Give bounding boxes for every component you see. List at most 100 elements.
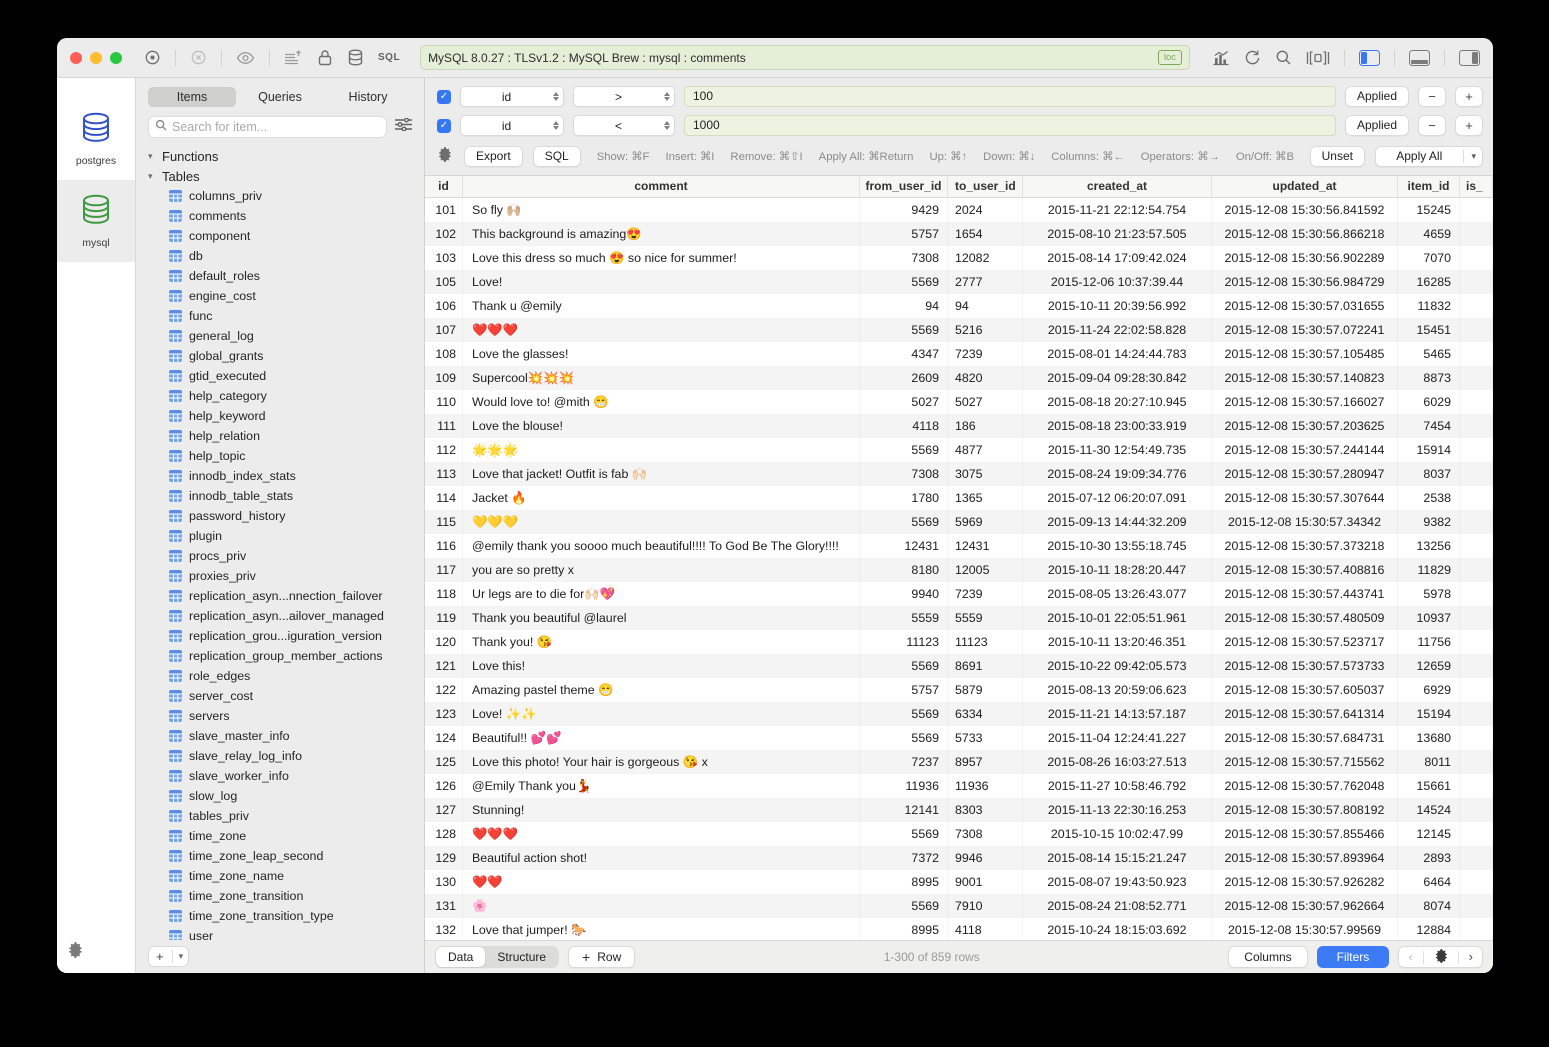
sql-button[interactable]: SQL — [533, 146, 581, 167]
table-item-db[interactable]: db — [148, 246, 424, 266]
search-icon[interactable] — [1275, 49, 1292, 66]
table-item-help_keyword[interactable]: help_keyword — [148, 406, 424, 426]
table-row[interactable]: 106Thank u @emily94942015-10-11 20:39:56… — [425, 294, 1493, 318]
export-button[interactable]: Export — [464, 146, 523, 167]
table-item-time_zone_leap_second[interactable]: time_zone_leap_second — [148, 846, 424, 866]
table-row[interactable]: 130❤️❤️899590012015-08-07 19:43:50.92320… — [425, 870, 1493, 894]
filter-applied-button[interactable]: Applied — [1345, 86, 1409, 107]
table-row[interactable]: 131🌸556979102015-08-24 21:08:52.7712015-… — [425, 894, 1493, 918]
filter-enabled-checkbox[interactable]: ✓ — [437, 90, 451, 104]
table-row[interactable]: 111Love the blouse!41181862015-08-18 23:… — [425, 414, 1493, 438]
table-item-help_category[interactable]: help_category — [148, 386, 424, 406]
sql-editor-button[interactable]: SQL — [378, 52, 400, 63]
column-header-comment[interactable]: comment — [463, 176, 860, 197]
table-item-tables_priv[interactable]: tables_priv — [148, 806, 424, 826]
table-row[interactable]: 125Love this photo! Your hair is gorgeou… — [425, 750, 1493, 774]
refresh-icon[interactable] — [1244, 49, 1261, 66]
table-item-global_grants[interactable]: global_grants — [148, 346, 424, 366]
tab-data[interactable]: Data — [436, 947, 485, 967]
table-item-time_zone[interactable]: time_zone — [148, 826, 424, 846]
table-item-general_log[interactable]: general_log — [148, 326, 424, 346]
table-row[interactable]: 119Thank you beautiful @laurel5559555920… — [425, 606, 1493, 630]
cancel-query-icon[interactable] — [190, 49, 207, 66]
table-item-password_history[interactable]: password_history — [148, 506, 424, 526]
next-page-icon[interactable]: › — [1459, 946, 1483, 968]
page-settings-gear-icon[interactable] — [1424, 946, 1458, 968]
filter-operator-select[interactable]: < — [573, 115, 675, 136]
zoom-window-button[interactable] — [110, 52, 122, 64]
table-item-comments[interactable]: comments — [148, 206, 424, 226]
table-row[interactable]: 110Would love to! @mith 😁502750272015-08… — [425, 390, 1493, 414]
table-item-func[interactable]: func — [148, 306, 424, 326]
table-item-innodb_table_stats[interactable]: innodb_table_stats — [148, 486, 424, 506]
connect-target-icon[interactable] — [144, 49, 161, 66]
tab-queries[interactable]: Queries — [236, 87, 324, 107]
table-item-replication_asyn...nnection_failover[interactable]: replication_asyn...nnection_failover — [148, 586, 424, 606]
table-row[interactable]: 109Supercool💥💥💥260948202015-09-04 09:28:… — [425, 366, 1493, 390]
toggle-bottom-panel-icon[interactable] — [1409, 50, 1430, 66]
prev-page-icon[interactable]: ‹ — [1398, 946, 1422, 968]
connection-postgres[interactable]: postgres — [57, 98, 135, 180]
columns-button[interactable]: Columns — [1228, 946, 1307, 968]
table-row[interactable]: 101So fly 🙌🏼942920242015-11-21 22:12:54.… — [425, 198, 1493, 222]
table-item-server_cost[interactable]: server_cost — [148, 686, 424, 706]
table-item-slave_relay_log_info[interactable]: slave_relay_log_info — [148, 746, 424, 766]
search-input[interactable]: Search for item... — [148, 116, 387, 138]
table-item-slow_log[interactable]: slow_log — [148, 786, 424, 806]
column-header-to_user_id[interactable]: to_user_id — [948, 176, 1023, 197]
tab-history[interactable]: History — [324, 87, 412, 107]
table-item-time_zone_transition[interactable]: time_zone_transition — [148, 886, 424, 906]
chart-icon[interactable] — [1212, 50, 1230, 66]
filter-options-icon[interactable] — [395, 118, 412, 136]
table-row[interactable]: 124Beautiful!! 💕💕556957332015-11-04 12:2… — [425, 726, 1493, 750]
table-row[interactable]: 120Thank you! 😘11123111232015-10-11 13:2… — [425, 630, 1493, 654]
filter-value-input[interactable]: 100 — [684, 86, 1336, 107]
filter-settings-gear-icon[interactable] — [437, 147, 452, 167]
filter-applied-button[interactable]: Applied — [1345, 115, 1409, 136]
table-item-engine_cost[interactable]: engine_cost — [148, 286, 424, 306]
add-row-button[interactable]: + Row — [568, 946, 635, 968]
table-row[interactable]: 127Stunning!1214183032015-11-13 22:30:16… — [425, 798, 1493, 822]
filter-column-select[interactable]: id — [460, 86, 564, 107]
toggle-right-panel-icon[interactable] — [1459, 50, 1480, 66]
filter-enabled-checkbox[interactable]: ✓ — [437, 119, 451, 133]
table-row[interactable]: 113Love that jacket! Outfit is fab 🙌🏻730… — [425, 462, 1493, 486]
apply-all-button[interactable]: Apply All ▾ — [1375, 146, 1483, 167]
filter-remove-button[interactable]: − — [1418, 86, 1446, 107]
preview-eye-icon[interactable] — [236, 51, 255, 65]
table-row[interactable]: 108Love the glasses!434772392015-08-01 1… — [425, 342, 1493, 366]
table-item-slave_master_info[interactable]: slave_master_info — [148, 726, 424, 746]
column-header-from_user_id[interactable]: from_user_id — [860, 176, 948, 197]
table-item-proxies_priv[interactable]: proxies_priv — [148, 566, 424, 586]
tab-structure[interactable]: Structure — [485, 947, 558, 967]
table-row[interactable]: 126@Emily Thank you💃11936119362015-11-27… — [425, 774, 1493, 798]
filters-button[interactable]: Filters — [1317, 946, 1390, 968]
table-item-component[interactable]: component — [148, 226, 424, 246]
table-item-help_topic[interactable]: help_topic — [148, 446, 424, 466]
table-row[interactable]: 115💛💛💛556959692015-09-13 14:44:32.209201… — [425, 510, 1493, 534]
column-header-created_at[interactable]: created_at — [1023, 176, 1212, 197]
table-row[interactable]: 129Beautiful action shot!737299462015-08… — [425, 846, 1493, 870]
filter-value-input[interactable]: 1000 — [684, 115, 1336, 136]
add-item-button[interactable]: + ▾ — [148, 946, 189, 967]
table-row[interactable]: 123Love! ✨✨556963342015-11-21 14:13:57.1… — [425, 702, 1493, 726]
database-icon[interactable] — [347, 49, 364, 66]
table-item-time_zone_name[interactable]: time_zone_name — [148, 866, 424, 886]
connection-mysql[interactable]: mysql — [57, 180, 135, 262]
filter-add-button[interactable]: + — [1455, 86, 1483, 107]
table-item-innodb_index_stats[interactable]: innodb_index_stats — [148, 466, 424, 486]
column-header-is_[interactable]: is_ — [1460, 176, 1493, 197]
table-item-user[interactable]: user — [148, 926, 424, 940]
toggle-left-panel-icon[interactable] — [1359, 50, 1380, 66]
table-item-servers[interactable]: servers — [148, 706, 424, 726]
settings-gear-icon[interactable] — [67, 942, 83, 963]
table-item-time_zone_transition_type[interactable]: time_zone_transition_type — [148, 906, 424, 926]
table-item-replication_group_member_actions[interactable]: replication_group_member_actions — [148, 646, 424, 666]
filter-add-button[interactable]: + — [1455, 115, 1483, 136]
table-item-help_relation[interactable]: help_relation — [148, 426, 424, 446]
table-row[interactable]: 122Amazing pastel theme 😁575758792015-08… — [425, 678, 1493, 702]
table-row[interactable]: 114Jacket 🔥178013652015-07-12 06:20:07.0… — [425, 486, 1493, 510]
table-item-procs_priv[interactable]: procs_priv — [148, 546, 424, 566]
table-item-gtid_executed[interactable]: gtid_executed — [148, 366, 424, 386]
table-row[interactable]: 107❤️❤️❤️556952162015-11-24 22:02:58.828… — [425, 318, 1493, 342]
